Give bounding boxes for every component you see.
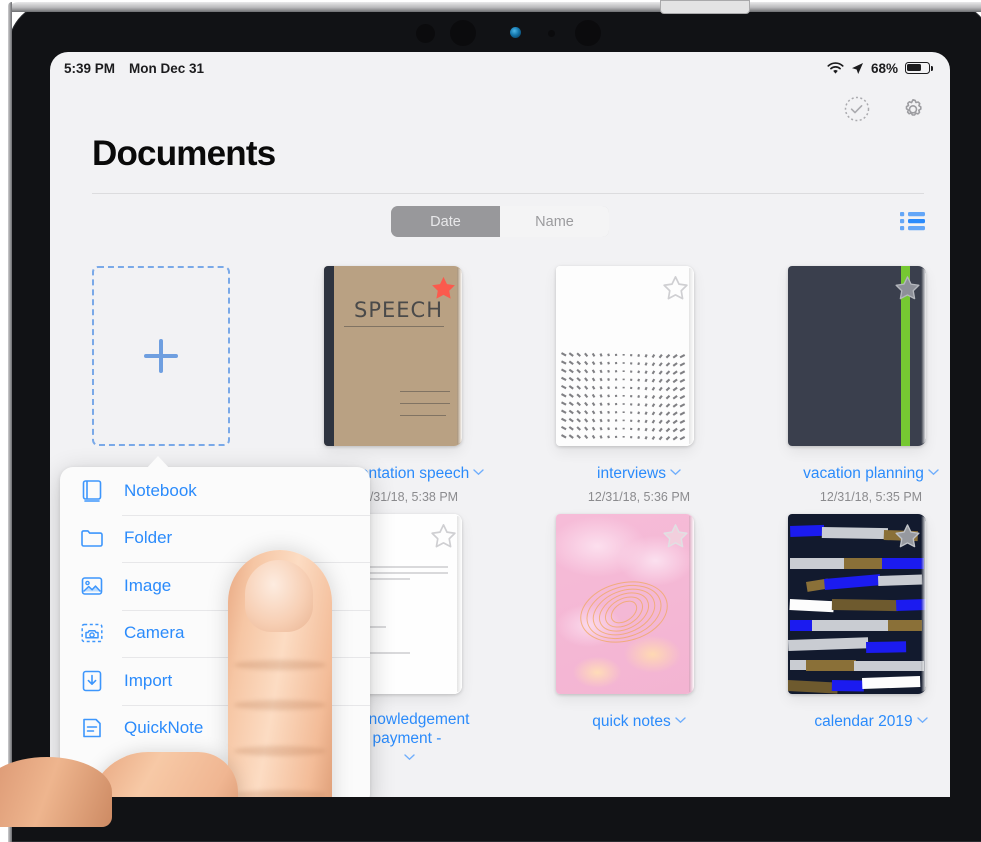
document-cover[interactable]: SPEECH xyxy=(324,266,466,450)
menu-item-label: QuickNote xyxy=(124,718,203,738)
notebook-icon xyxy=(78,477,106,505)
menu-item-label: Image xyxy=(124,576,171,596)
chevron-down-icon[interactable] xyxy=(917,711,928,729)
document-cover[interactable] xyxy=(788,514,930,698)
star-outline-icon[interactable] xyxy=(894,523,921,550)
indicator-light xyxy=(510,27,521,38)
chevron-down-icon[interactable] xyxy=(928,463,939,481)
plus-icon xyxy=(144,339,178,373)
menu-item-camera[interactable]: Camera xyxy=(60,610,370,658)
status-date: Mon Dec 31 xyxy=(129,61,204,76)
camera-icon xyxy=(78,619,106,647)
location-arrow-icon xyxy=(851,62,864,75)
document-cover[interactable] xyxy=(788,266,930,450)
title-divider xyxy=(92,193,924,194)
sort-bar: Date Name xyxy=(50,206,950,252)
tablet-device: 5:39 PM Mon Dec 31 68% xyxy=(0,0,981,797)
chevron-down-icon[interactable] xyxy=(404,748,415,766)
sensor-lens-2 xyxy=(575,20,601,46)
grid-cell-document: quick notes xyxy=(556,504,722,775)
image-icon xyxy=(78,572,106,600)
document-date: 12/31/18, 5:36 PM xyxy=(556,490,722,504)
document-meta: quick notes xyxy=(556,711,722,731)
front-camera xyxy=(450,20,476,46)
battery-percent: 68% xyxy=(871,61,898,76)
menu-item-image[interactable]: Image xyxy=(60,562,370,610)
star-outline-icon[interactable] xyxy=(894,275,921,302)
star-filled-icon[interactable] xyxy=(430,275,457,302)
menu-item-quicknote[interactable]: QuickNote xyxy=(60,705,370,753)
menu-item-import[interactable]: Import xyxy=(60,657,370,705)
document-meta: calendar 2019 xyxy=(788,711,950,731)
document-meta: interviews 12/31/18, 5:36 PM xyxy=(556,463,722,504)
menu-item-label: Notebook xyxy=(124,481,197,501)
grid-cell-document: interviews 12/31/18, 5:36 PM xyxy=(556,256,722,504)
battery-icon xyxy=(905,62,930,74)
star-outline-icon[interactable] xyxy=(662,275,689,302)
folder-icon xyxy=(78,524,106,552)
create-menu-popover: Notebook Folder Image xyxy=(60,467,370,797)
chevron-down-icon[interactable] xyxy=(675,711,686,729)
document-cover[interactable] xyxy=(556,514,698,698)
document-title[interactable]: calendar 2019 xyxy=(814,713,912,731)
chevron-down-icon[interactable] xyxy=(473,463,484,481)
gear-icon[interactable] xyxy=(898,94,928,124)
star-outline-icon[interactable] xyxy=(662,523,689,550)
grid-cell-document: vacation planning 12/31/18, 5:35 PM xyxy=(788,256,950,504)
list-view-icon[interactable] xyxy=(898,208,928,234)
sort-option-date[interactable]: Date xyxy=(391,206,500,237)
device-top-notch xyxy=(660,0,750,14)
menu-item-label: Camera xyxy=(124,623,184,643)
grid-cell-document: calendar 2019 xyxy=(788,504,950,775)
wifi-icon xyxy=(827,62,844,75)
menu-item-label: Folder xyxy=(124,528,172,548)
tablet-screen: 5:39 PM Mon Dec 31 68% xyxy=(50,52,950,797)
device-top-edge xyxy=(8,2,981,12)
page-title: Documents xyxy=(92,134,275,174)
sort-option-name[interactable]: Name xyxy=(500,206,609,237)
import-download-icon xyxy=(78,667,106,695)
front-sensor-array xyxy=(400,14,600,48)
star-outline-icon[interactable] xyxy=(430,523,457,550)
top-toolbar xyxy=(842,94,928,124)
sort-segmented-control[interactable]: Date Name xyxy=(391,206,609,237)
popover-footer-hint: tap QuickNote xyxy=(60,755,370,797)
sensor-lens-1 xyxy=(416,24,435,43)
chevron-down-icon[interactable] xyxy=(670,463,681,481)
document-title[interactable]: vacation planning xyxy=(803,465,924,483)
document-cover[interactable] xyxy=(556,266,698,450)
quicknote-icon xyxy=(78,714,106,742)
status-bar: 5:39 PM Mon Dec 31 68% xyxy=(50,52,950,84)
menu-item-folder[interactable]: Folder xyxy=(60,515,370,563)
select-circle-check-icon[interactable] xyxy=(842,94,872,124)
add-document-tile[interactable] xyxy=(92,266,230,446)
menu-item-label: Import xyxy=(124,671,172,691)
status-time: 5:39 PM xyxy=(64,61,115,76)
device-left-edge xyxy=(8,2,12,842)
document-date: 12/31/18, 5:35 PM xyxy=(788,490,950,504)
document-title[interactable]: interviews xyxy=(597,465,666,483)
ambient-sensor xyxy=(548,30,555,37)
document-title[interactable]: quick notes xyxy=(592,713,670,731)
menu-item-notebook[interactable]: Notebook xyxy=(60,467,370,515)
document-meta: vacation planning 12/31/18, 5:35 PM xyxy=(788,463,950,504)
